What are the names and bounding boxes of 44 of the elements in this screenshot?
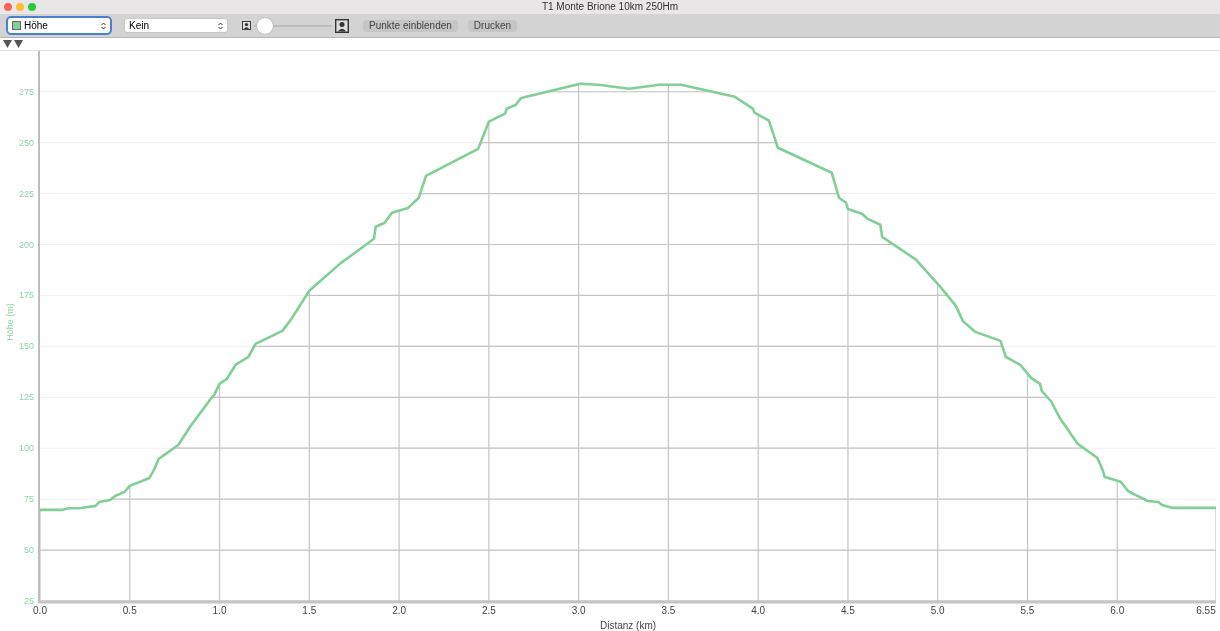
person-frame-icon[interactable] xyxy=(335,18,349,33)
y-tick-label: 200 xyxy=(18,239,34,250)
updown-chevron-icon xyxy=(101,21,106,30)
series-color-swatch-icon xyxy=(12,21,21,30)
x-tick-label: 3.0 xyxy=(571,605,586,616)
y-tick-label: 225 xyxy=(18,188,34,199)
minimize-icon[interactable] xyxy=(16,3,24,11)
toolbar-button[interactable]: Punkte einblenden xyxy=(363,19,458,32)
y-tick-label: 125 xyxy=(18,392,34,403)
window-title: T1 Monte Brione 10km 250Hm xyxy=(541,2,679,12)
y-tick-label: 75 xyxy=(24,494,34,505)
maximize-icon[interactable] xyxy=(28,3,36,11)
close-icon[interactable] xyxy=(4,3,12,11)
x-tick-label: 0.0 xyxy=(33,605,47,616)
x-tick-label: 6.0 xyxy=(1110,605,1125,616)
slider-thumb[interactable] xyxy=(257,17,274,34)
x-tick-label: 2.5 xyxy=(481,605,496,616)
x-axis-title: Distanz (km) xyxy=(599,620,657,631)
y-tick-label: 25 xyxy=(24,596,34,606)
x-tick-label: 2.0 xyxy=(392,605,407,616)
y-tick-label: 250 xyxy=(18,137,34,148)
x-tick-label: 1.5 xyxy=(302,605,317,616)
updown-chevron-icon xyxy=(218,21,223,30)
toolbar-button[interactable]: Drucken xyxy=(467,19,518,32)
select-value: Kein xyxy=(129,19,149,33)
y-tick-label: 275 xyxy=(18,86,34,97)
x-tick-label: 4.5 xyxy=(841,605,855,616)
x-tick-label: 5.5 xyxy=(1020,605,1035,616)
x-tick-label: 5.0 xyxy=(930,605,945,616)
x-tick-label: 4.0 xyxy=(751,605,766,616)
x-tick-label: 3.5 xyxy=(661,605,676,616)
x-tick-label: 6.55 xyxy=(1196,605,1216,616)
x-tick-label: 1.0 xyxy=(212,605,227,616)
dropdown-select[interactable]: Kein xyxy=(124,18,228,33)
person-frame-icon[interactable] xyxy=(242,21,251,30)
dropdown-select[interactable]: Höhe xyxy=(8,18,110,33)
y-tick-label: 100 xyxy=(18,443,34,454)
select-value: Höhe xyxy=(24,19,48,33)
y-tick-label: 175 xyxy=(18,290,34,301)
x-tick-label: 0.5 xyxy=(122,605,137,616)
y-tick-label: 50 xyxy=(24,545,34,556)
zoom-slider[interactable] xyxy=(254,17,332,34)
y-axis-title: Höhe (m) xyxy=(5,303,15,341)
y-tick-label: 150 xyxy=(18,341,34,352)
